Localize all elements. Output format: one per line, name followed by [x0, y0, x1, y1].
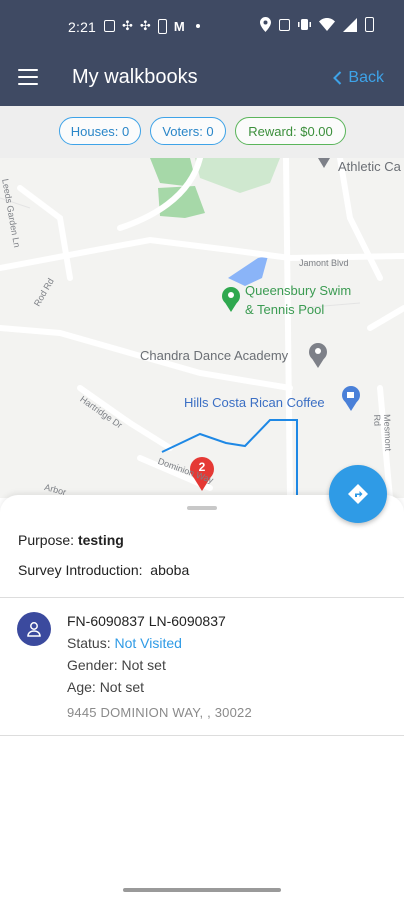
voter-name: FN-6090837 LN-6090837: [67, 613, 226, 629]
houses-count: Houses: 0: [70, 123, 130, 139]
location-icon: [260, 17, 271, 32]
wifi-icon: [319, 18, 335, 31]
purpose-value: testing: [77, 532, 124, 548]
voter-age: Age: Not set: [67, 679, 145, 695]
map-label-coffee: Hills Costa Rican Coffee: [184, 395, 325, 410]
divider: [0, 597, 404, 598]
voter-status: Status: Not Visited: [67, 635, 182, 651]
houses-badge: Houses: 0: [59, 117, 141, 145]
intro-value: aboba: [150, 562, 190, 578]
voter-status-label: Status:: [67, 635, 111, 651]
directions-icon: [348, 484, 368, 504]
sheet-drag-handle[interactable]: [187, 506, 217, 510]
intro-row: Survey Introduction: aboba: [18, 562, 189, 578]
notification-icons: ✣ ✣ M: [104, 18, 200, 34]
back-button[interactable]: Back: [333, 69, 384, 87]
map-view[interactable]: Athletic Ca Queensbury Swim & Tennis Poo…: [0, 158, 404, 498]
slack-icon: ✣: [122, 18, 133, 33]
divider: [0, 735, 404, 736]
battery-saver-icon: [157, 18, 167, 34]
person-icon: [27, 622, 41, 637]
app-bar: My walkbooks Back: [0, 56, 404, 106]
voter-address: 9445 DOMINION WAY, , 30022: [67, 705, 252, 720]
gesture-nav-bar[interactable]: [123, 888, 281, 892]
reward-amount: Reward: $0.00: [248, 123, 333, 139]
map-marker-count[interactable]: 2: [196, 460, 208, 474]
voter-gender: Gender: Not set: [67, 657, 166, 673]
purpose-row: Purpose: testing: [18, 532, 124, 548]
voters-count: Voters: 0: [162, 123, 214, 139]
map-road-jamont: Jamont Blvd: [299, 258, 349, 268]
back-label: Back: [348, 69, 384, 86]
notification-icon: [104, 20, 115, 32]
map-canvas: [0, 158, 404, 498]
nfc-icon: [279, 18, 290, 31]
gmail-icon: M: [173, 18, 185, 34]
map-label-swim-1: Queensbury Swim: [245, 283, 352, 298]
status-bar: 2:21 ✣ ✣ M: [0, 0, 404, 56]
system-icons: [260, 17, 374, 32]
voter-status-value: Not Visited: [114, 635, 182, 651]
signal-icon: [343, 17, 357, 32]
navigate-button[interactable]: [329, 465, 387, 523]
walkbook-bottom-sheet: Purpose: testing Survey Introduction: ab…: [0, 495, 404, 900]
purpose-label: Purpose:: [18, 532, 75, 548]
map-label-dance: Chandra Dance Academy: [140, 348, 289, 363]
intro-label: Survey Introduction:: [18, 562, 143, 578]
status-time: 2:21: [68, 19, 97, 35]
battery-icon: [365, 17, 374, 32]
chevron-left-icon: [333, 71, 342, 85]
map-label-swim-2: & Tennis Pool: [245, 302, 325, 317]
vibrate-icon: [298, 19, 311, 30]
reward-badge: Reward: $0.00: [235, 117, 346, 145]
page-title: My walkbooks: [72, 66, 198, 88]
slack-icon: ✣: [139, 18, 151, 33]
avatar: [17, 612, 51, 646]
map-road-mesmont: Mesmont Rd: [372, 414, 394, 452]
stats-bar: Houses: 0 Voters: 0 Reward: $0.00: [0, 106, 404, 158]
more-notifications-icon: [195, 24, 200, 28]
map-label-athletic: Athletic Ca: [338, 159, 401, 174]
menu-icon[interactable]: [18, 69, 38, 85]
voters-badge: Voters: 0: [150, 117, 226, 145]
